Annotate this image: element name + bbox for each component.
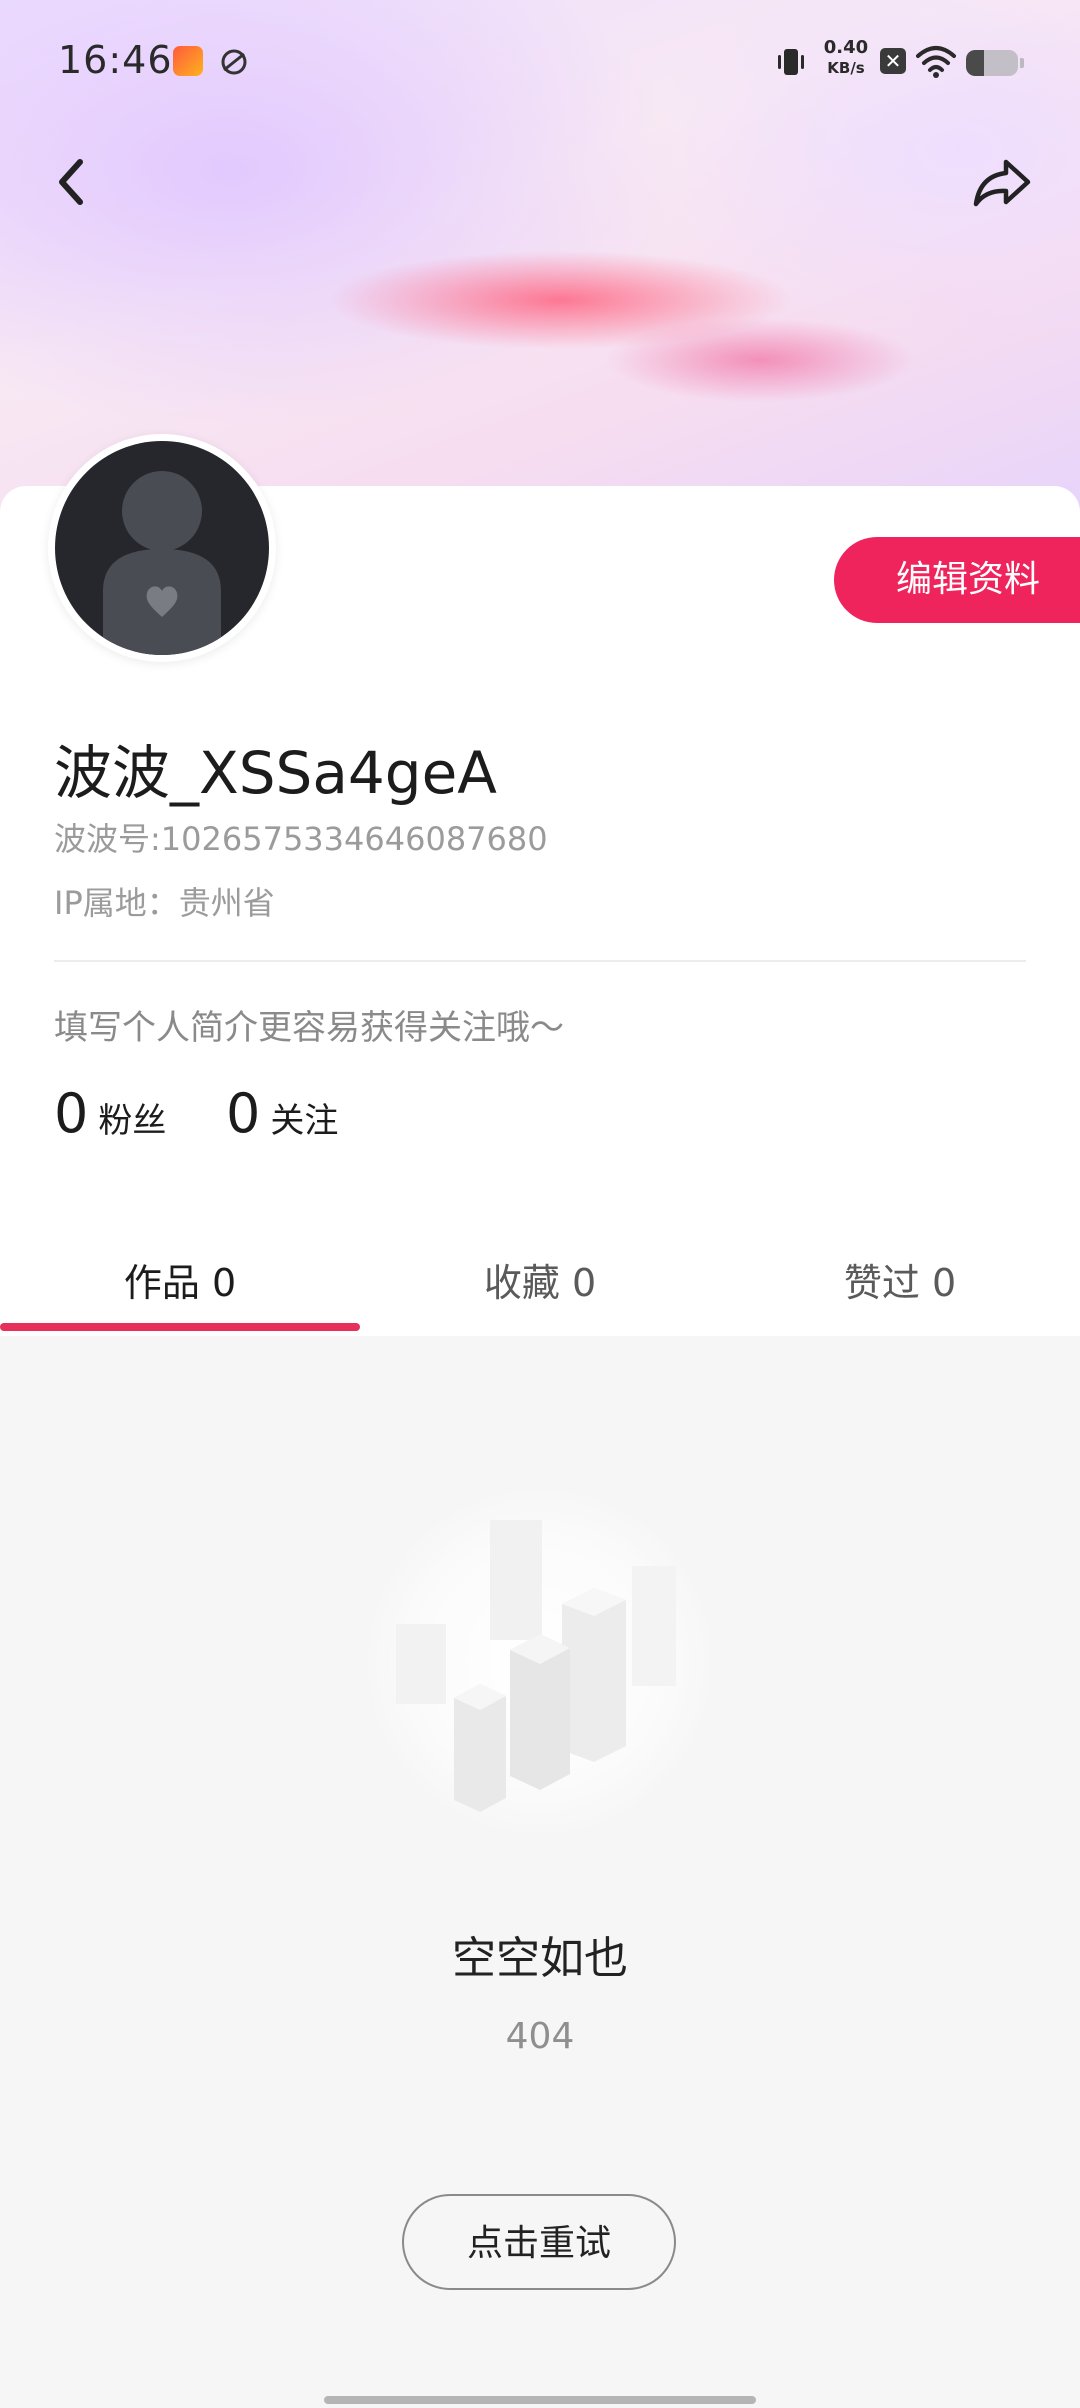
retry-button[interactable]: 点击重试 <box>402 2194 676 2290</box>
tab-works[interactable]: 作品 0 <box>0 1252 360 1307</box>
divider <box>54 960 1026 962</box>
tab-liked[interactable]: 赞过 0 <box>720 1252 1080 1307</box>
vibrate-icon <box>778 49 804 75</box>
following-label: 关注 <box>270 1101 339 1141</box>
ip-location: IP属地：贵州省 <box>54 884 275 922</box>
status-bar: 16:46 0.40 KB/s ✕ <box>0 38 1080 88</box>
followers-label: 粉丝 <box>98 1101 167 1141</box>
share-icon[interactable] <box>970 150 1034 214</box>
no-sim-icon: ✕ <box>880 48 906 74</box>
status-time: 16:46 <box>58 38 173 82</box>
battery-cap <box>1020 58 1024 68</box>
bio-placeholder[interactable]: 填写个人简介更容易获得关注哦～ <box>54 1000 564 1049</box>
followers-stat[interactable]: 0 粉丝 <box>54 1082 166 1145</box>
avatar[interactable] <box>48 434 276 662</box>
empty-state-code: 404 <box>505 2016 575 2057</box>
tab-favorites[interactable]: 收藏 0 <box>360 1252 720 1307</box>
user-id: 波波号:1026575334646087680 <box>54 820 548 858</box>
network-speed: 0.40 KB/s <box>823 37 869 78</box>
back-arrow-icon[interactable] <box>50 150 98 214</box>
battery-icon <box>966 50 1018 76</box>
wifi-icon <box>916 46 956 78</box>
default-avatar-icon <box>103 471 221 655</box>
app-notification-icon <box>173 46 203 76</box>
empty-city-illustration <box>362 1484 718 1840</box>
following-stat[interactable]: 0 关注 <box>226 1082 338 1145</box>
followers-count: 0 <box>54 1082 89 1145</box>
edit-profile-button[interactable]: 编辑资料 <box>834 537 1080 623</box>
home-indicator[interactable] <box>324 2396 756 2404</box>
sync-app-icon <box>221 49 247 75</box>
content-tabs: 作品 0 收藏 0 赞过 0 <box>0 1230 1080 1334</box>
empty-state-title: 空空如也 <box>452 1933 628 1984</box>
username: 波波_XSSa4geA <box>54 739 497 807</box>
active-tab-indicator <box>0 1323 360 1331</box>
following-count: 0 <box>226 1082 261 1145</box>
